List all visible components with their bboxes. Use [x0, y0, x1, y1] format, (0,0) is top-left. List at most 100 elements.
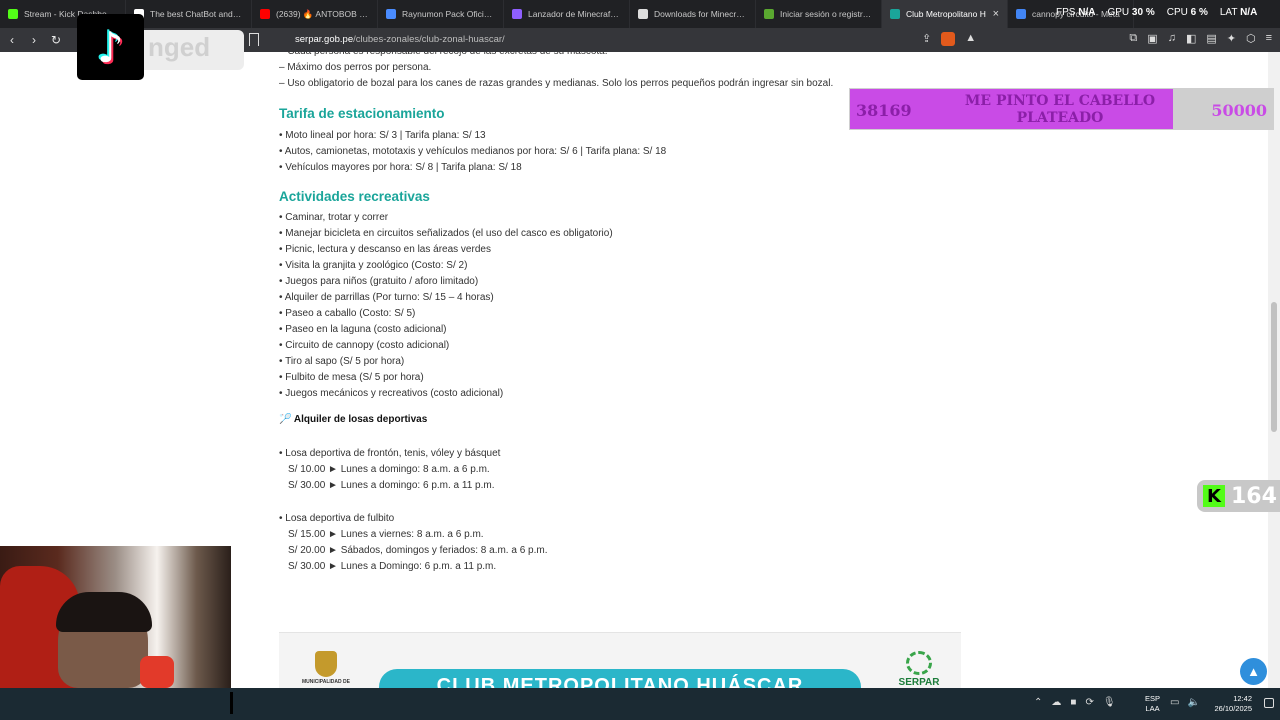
sidebar-icon[interactable]: ◧	[1186, 32, 1196, 45]
volume-icon[interactable]: 🔈	[1187, 697, 1199, 708]
activity-item: • Manejar bicicleta en circuitos señaliz…	[279, 228, 613, 239]
brave-shield-icon[interactable]	[941, 32, 956, 46]
activity-item: • Picnic, lectura y descanso en las área…	[279, 244, 491, 255]
clock[interactable]: 12:42 26/10/2025	[1206, 694, 1252, 714]
webcam-overlay	[0, 546, 231, 688]
url-field[interactable]: serpar.gob.pe/clubes-zonales/club-zonal-…	[295, 34, 505, 45]
browser-tab[interactable]: Lanzador de Minecraft | Sh	[504, 0, 630, 28]
tab-label: Iniciar sesión o registrarse	[780, 9, 873, 19]
tab-favicon-icon	[764, 9, 774, 19]
rule-item: – Máximo dos perros por persona.	[279, 62, 432, 73]
kick-viewer-badge: K 164	[1197, 480, 1280, 512]
microphone	[140, 656, 174, 688]
scrollbar-thumb[interactable]	[1271, 302, 1277, 432]
cpu-readout: CPU 6 %	[1166, 7, 1208, 18]
tab-label: Club Metropolitano H	[906, 9, 986, 19]
activity-item: • Tiro al sapo (S/ 5 por hora)	[279, 356, 405, 367]
nvidia-icon[interactable]: ■	[1070, 697, 1076, 708]
browser-tab[interactable]: Raynumon Pack Oficial 7.7	[378, 0, 504, 28]
browser-tab[interactable]: The best ChatBot and Widgets	[126, 0, 252, 28]
browser-tab[interactable]: Iniciar sesión o registrarse	[756, 0, 882, 28]
media-icon[interactable]: ♫	[1168, 32, 1176, 45]
pet-rules-list: – Cada persona es responsable del recojo…	[279, 52, 969, 92]
vpn-icon[interactable]: ⬡	[1246, 32, 1256, 45]
system-tray: ⌃ ☁ ■ ⟳ 🎙	[1034, 697, 1116, 708]
forward-button[interactable]: ›	[24, 30, 44, 50]
fps-readout: FPS N/A	[1056, 7, 1096, 18]
schedule-item: S/ 20.00 ► Sábados, domingos y feriados:…	[288, 545, 548, 556]
parking-rate-item: • Vehículos mayores por hora: S/ 8 | Tar…	[279, 162, 522, 173]
performance-overlay: FPS N/A GPU 30 % CPU 6 % LAT N/A	[1056, 7, 1257, 18]
overlay-ghost-text: nged	[130, 30, 244, 70]
schedule-item: S/ 10.00 ► Lunes a domingo: 8 a.m. a 6 p…	[288, 464, 490, 475]
quick-settings: ▭ 🔈	[1170, 697, 1200, 708]
menu-icon[interactable]: ≡	[1266, 32, 1272, 45]
language-indicator[interactable]: ESP LAA	[1145, 694, 1160, 714]
screen: Stream - Kick Dashboard The best ChatBot …	[0, 0, 1280, 720]
extensions-icon[interactable]: ⧉	[1129, 32, 1137, 45]
activity-item: • Alquiler de parrillas (Por turno: S/ 1…	[279, 292, 494, 303]
browser-tab[interactable]: Club Metropolitano H ×	[882, 0, 1008, 28]
activity-item: • Visita la granjita y zoológico (Costo:…	[279, 260, 468, 271]
goal-title: ME PINTO EL CABELLO PLATEADO	[964, 93, 1156, 126]
schedule-item: S/ 30.00 ► Lunes a Domingo: 6 p.m. a 11 …	[288, 561, 497, 572]
windows-taskbar: ⌃ ☁ ■ ⟳ 🎙 ESP LAA ▭ 🔈 12:42 26/10/2025	[0, 688, 1280, 720]
rule-item: – Cada persona es responsable del recojo…	[279, 52, 969, 60]
wallet-icon[interactable]: ▤	[1206, 32, 1216, 45]
onedrive-icon[interactable]: ☁	[1051, 697, 1061, 708]
browser-tab[interactable]: (2639) 🔥 ANTOBOB quien	[252, 0, 378, 28]
gpu-readout: GPU 30 %	[1107, 7, 1155, 18]
schedule-item: S/ 30.00 ► Lunes a domingo: 6 p.m. a 11 …	[288, 480, 495, 491]
activity-item: • Juegos para niños (gratuito / aforo li…	[279, 276, 479, 287]
tab-label: Raynumon Pack Oficial 7.7	[402, 9, 495, 19]
reload-button[interactable]: ↻	[46, 30, 66, 50]
tray-chevron-icon[interactable]: ⌃	[1034, 697, 1042, 708]
url-path: /clubes-zonales/club-zonal-huascar/	[353, 34, 505, 45]
bookmark-icon[interactable]	[249, 33, 259, 46]
activities-list: • Caminar, trotar y correr • Manejar bici…	[279, 210, 969, 402]
goal-current: 38169	[856, 101, 912, 120]
schedule-item: S/ 15.00 ► Lunes a viernes: 8 a.m. a 6 p…	[288, 529, 484, 540]
brave-rewards-icon[interactable]: ▲	[965, 32, 976, 46]
banner-title: CLUB METROPOLITANO HUÁSCAR	[379, 669, 861, 688]
municipality-logo: MUNICIPALIDAD DE	[301, 651, 351, 685]
court1-schedule: S/ 10.00 ► Lunes a domingo: 8 a.m. a 6 p…	[279, 462, 969, 494]
activity-item: • Paseo a caballo (Costo: S/ 5)	[279, 308, 416, 319]
mic-icon[interactable]: 🎙	[1103, 697, 1116, 708]
tree-icon	[906, 651, 932, 675]
parking-rate-item: • Moto lineal por hora: S/ 3 | Tarifa pl…	[279, 130, 486, 141]
crest-icon	[315, 651, 337, 677]
page-scrollbar[interactable]	[1268, 52, 1280, 688]
parking-rates-list: • Moto lineal por hora: S/ 3 | Tarifa pl…	[279, 128, 969, 176]
activities-heading: Actividades recreativas	[279, 189, 430, 204]
badminton-icon: 🏸	[279, 414, 292, 425]
sync-icon[interactable]: ⟳	[1085, 697, 1093, 708]
club-banner-image: MUNICIPALIDAD DE CLUB METROPOLITANO HUÁS…	[279, 632, 961, 688]
activity-item: • Circuito de cannopy (costo adicional)	[279, 340, 450, 351]
tab-label: Lanzador de Minecraft | Sh	[528, 9, 621, 19]
back-button[interactable]: ‹	[2, 30, 22, 50]
kick-logo-icon: K	[1203, 485, 1225, 507]
tab-favicon-icon	[386, 9, 396, 19]
article-content: – Cada persona es responsable del recojo…	[279, 52, 969, 575]
viewer-count: 164	[1231, 483, 1277, 509]
tiktok-note-icon: ♪	[97, 22, 124, 72]
network-icon[interactable]: ▭	[1170, 697, 1179, 708]
tab-label: Downloads for Minecraft f	[654, 9, 747, 19]
sports-heading: 🏸 Alquiler de losas deportivas	[279, 412, 969, 428]
activity-item: • Caminar, trotar y correr	[279, 212, 389, 223]
court2-schedule: S/ 15.00 ► Lunes a viernes: 8 a.m. a 6 p…	[279, 527, 969, 575]
activity-item: • Paseo en la laguna (costo adicional)	[279, 324, 447, 335]
back-to-top-button[interactable]: ▲	[1240, 658, 1267, 685]
browser-tab[interactable]: Downloads for Minecraft f	[630, 0, 756, 28]
screenshot-icon[interactable]: ▣	[1147, 32, 1157, 45]
notification-icon[interactable]	[1264, 698, 1274, 708]
activity-item: • Fulbito de mesa (S/ 5 por hora)	[279, 372, 424, 383]
goal-target: 50000	[1211, 101, 1267, 120]
url-host: serpar.gob.pe	[295, 34, 354, 45]
leo-ai-icon[interactable]: ✦	[1227, 32, 1236, 45]
tab-close-icon[interactable]: ×	[993, 8, 999, 20]
toolbar-actions: ⧉ ▣ ♫ ◧ ▤ ✦ ⬡ ≡	[1129, 32, 1272, 45]
tiktok-logo-overlay: ♪	[77, 14, 144, 80]
share-icon[interactable]: ⇪	[922, 32, 931, 46]
